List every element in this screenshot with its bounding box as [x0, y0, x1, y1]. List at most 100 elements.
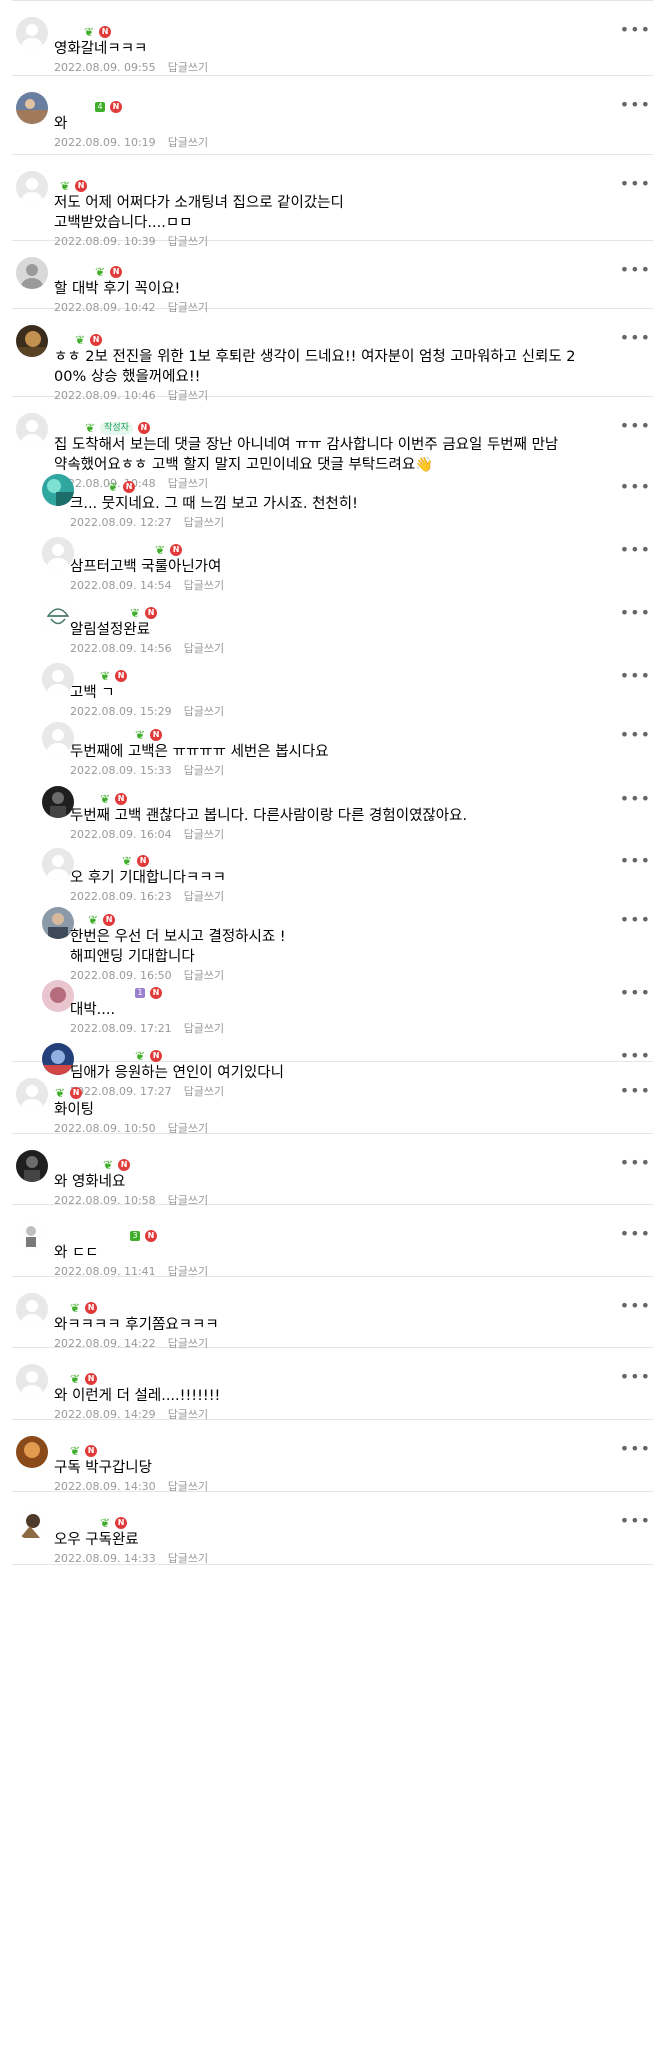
comment-text: 영화갈네ㅋㅋㅋ	[54, 41, 148, 57]
new-badge-icon: N	[118, 1159, 131, 1171]
comment-item: ❦ N 화이팅 2022.08.09. 10:50 답글쓰기 •••	[12, 1062, 653, 1135]
new-badge-icon: N	[123, 481, 136, 493]
more-vert-icon[interactable]: •••	[620, 418, 651, 434]
reply-button[interactable]: 답글쓰기	[184, 890, 224, 903]
sprout-icon: ❦	[95, 265, 106, 279]
avatar[interactable]	[16, 1150, 48, 1182]
comment-date: 2022.08.09. 14:54	[70, 579, 172, 592]
more-vert-icon[interactable]: •••	[620, 1155, 651, 1171]
avatar[interactable]	[16, 1364, 48, 1396]
author-badges: ❦ N	[84, 25, 112, 39]
reply-button[interactable]: 답글쓰기	[168, 61, 208, 74]
new-badge-icon: N	[115, 670, 128, 682]
comment-meta: 2022.08.09. 16:23 답글쓰기	[70, 890, 224, 904]
author-badges: ❦ N	[75, 333, 103, 347]
avatar[interactable]	[16, 1078, 48, 1110]
more-vert-icon[interactable]: •••	[620, 176, 651, 192]
avatar[interactable]	[16, 1436, 48, 1468]
more-vert-icon[interactable]: •••	[620, 1226, 651, 1242]
reply-button[interactable]: 답글쓰기	[184, 705, 224, 718]
reply-button[interactable]: 답글쓰기	[184, 1022, 224, 1035]
author-badges: ❦ N	[122, 854, 150, 868]
comment-date: 2022.08.09. 17:21	[70, 1022, 172, 1035]
author-badges: ❦ N	[135, 1049, 163, 1063]
comment-item: ❦ N 오우 구독완료 2022.08.09. 14:33 답글쓰기 •••	[12, 1492, 653, 1565]
more-vert-icon[interactable]: •••	[620, 1441, 651, 1457]
new-badge-icon: N	[115, 793, 128, 805]
avatar[interactable]	[16, 92, 48, 124]
new-badge-icon: N	[150, 987, 162, 999]
comment-item: ❦ N 와 영화네요 2022.08.09. 10:58 답글쓰기 •••	[12, 1134, 653, 1207]
more-vert-icon[interactable]: •••	[620, 668, 651, 684]
sprout-icon: ❦	[130, 606, 141, 620]
comment-item: ❦ N 구독 박구갑니당 2022.08.09. 14:30 답글쓰기 •••	[12, 1420, 653, 1493]
more-vert-icon[interactable]: •••	[620, 1369, 651, 1385]
comment-meta: 2022.08.09. 14:33 답글쓰기	[54, 1552, 208, 1566]
comment-text: 대박....	[70, 1002, 116, 1018]
avatar[interactable]	[16, 171, 48, 203]
more-vert-icon[interactable]: •••	[620, 97, 651, 113]
more-vert-icon[interactable]: •••	[620, 605, 651, 621]
comment-date: 2022.08.09. 09:55	[54, 61, 156, 74]
comment-meta: 2022.08.09. 09:55 답글쓰기	[54, 61, 208, 75]
author-badges: ❦ N	[55, 1086, 83, 1100]
comment-text: 할 대박 후기 꼭이요!	[54, 281, 181, 297]
more-vert-icon[interactable]: •••	[620, 542, 651, 558]
reply-item: ❦ N 두번째 고백 괜찮다고 봅니다. 다른사람이랑 다른 경험이였잖아요. 202…	[12, 786, 653, 846]
reply-button[interactable]: 답글쓰기	[184, 764, 224, 777]
author-badges: ❦ N	[135, 728, 163, 742]
reply-button[interactable]: 답글쓰기	[184, 516, 224, 529]
new-badge-icon: N	[150, 1050, 163, 1062]
sprout-icon: ❦	[70, 1301, 81, 1315]
reply-button[interactable]: 답글쓰기	[168, 1552, 208, 1565]
comment-meta: 2022.08.09. 14:56 답글쓰기	[70, 642, 224, 656]
reply-item: ❦ N 알림설정완료 2022.08.09. 14:56 답글쓰기 •••	[12, 600, 653, 660]
avatar[interactable]	[16, 1508, 48, 1540]
reply-button[interactable]: 답글쓰기	[184, 579, 224, 592]
more-vert-icon[interactable]: •••	[620, 985, 651, 1001]
more-vert-icon[interactable]: •••	[620, 479, 651, 495]
more-vert-icon[interactable]: •••	[620, 262, 651, 278]
author-badges: ❦ 작성자 N	[85, 421, 150, 435]
new-badge-icon: N	[103, 914, 116, 926]
avatar[interactable]	[16, 1221, 48, 1253]
avatar[interactable]	[16, 1293, 48, 1325]
new-badge-icon: N	[70, 1087, 83, 1099]
reply-button[interactable]: 답글쓰기	[168, 136, 208, 149]
author-badges: ❦ N	[103, 1158, 131, 1172]
comment-meta: 2022.08.09. 17:21 답글쓰기	[70, 1022, 224, 1036]
new-badge-icon: N	[145, 1230, 157, 1242]
more-vert-icon[interactable]: •••	[620, 22, 651, 38]
more-vert-icon[interactable]: •••	[620, 791, 651, 807]
comment-item: ❦ 작성자 N 집 도착해서 보는데 댓글 장난 아니네여 ㅠㅠ 감사합니다 이번주 …	[12, 397, 653, 1098]
comment-text: ㅎㅎ 2보 전진을 위한 1보 후퇴란 생각이 드네요!! 여자분이 엄청 고마…	[54, 349, 576, 385]
reply-button[interactable]: 답글쓰기	[184, 642, 224, 655]
reply-button[interactable]: 답글쓰기	[184, 828, 224, 841]
more-vert-icon[interactable]: •••	[620, 1048, 651, 1064]
comment-date: 2022.08.09. 15:33	[70, 764, 172, 777]
more-vert-icon[interactable]: •••	[620, 1083, 651, 1099]
avatar[interactable]	[16, 325, 48, 357]
avatar[interactable]	[16, 17, 48, 49]
more-vert-icon[interactable]: •••	[620, 1513, 651, 1529]
comment-date: 2022.08.09. 16:23	[70, 890, 172, 903]
comment-item: 3N와 ㄷㄷ 2022.08.09. 11:41 답글쓰기 •••	[12, 1205, 653, 1278]
more-vert-icon[interactable]: •••	[620, 727, 651, 743]
comment-text: 화이팅	[54, 1102, 95, 1118]
more-vert-icon[interactable]: •••	[620, 1298, 651, 1314]
avatar[interactable]	[16, 413, 48, 445]
new-badge-icon: N	[170, 544, 183, 556]
new-badge-icon: N	[137, 422, 150, 434]
comment-meta: 2022.08.09. 16:04 답글쓰기	[70, 828, 224, 842]
comment-date: 2022.08.09. 14:33	[54, 1552, 156, 1565]
author-badges: 3N	[130, 1229, 157, 1243]
comment-text: 두번째에 고백은 ㅠㅠㅠㅠ 세번은 봅시다요	[70, 744, 329, 760]
comment-date: 2022.08.09. 15:29	[70, 705, 172, 718]
comment-item: 4 N 와 2022.08.09. 10:19 답글쓰기 •••	[12, 76, 653, 155]
comment-text: 와	[54, 116, 68, 132]
more-vert-icon[interactable]: •••	[620, 330, 651, 346]
more-vert-icon[interactable]: •••	[620, 853, 651, 869]
more-vert-icon[interactable]: •••	[620, 912, 651, 928]
avatar[interactable]	[16, 257, 48, 289]
comment-text: 삼프터고백 국룰아닌가여	[70, 559, 222, 575]
